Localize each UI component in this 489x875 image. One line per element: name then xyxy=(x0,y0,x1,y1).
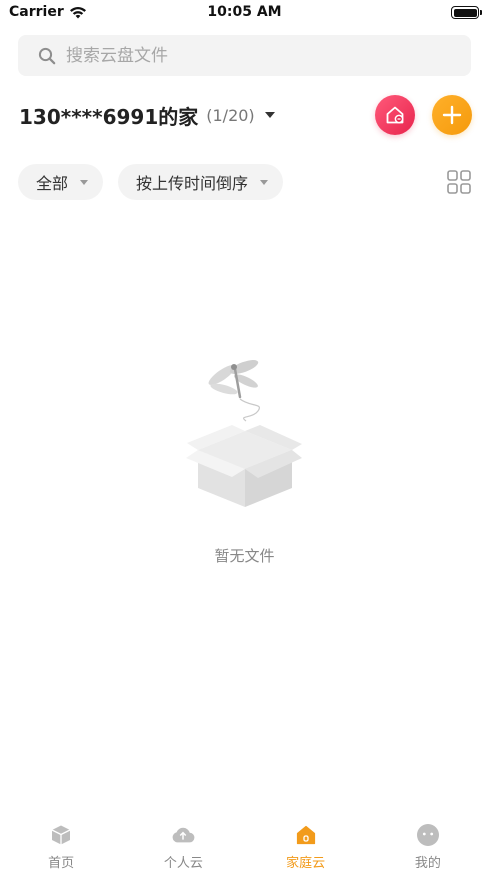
status-bar: Carrier 10:05 AM xyxy=(0,0,489,26)
house-settings-icon xyxy=(386,106,404,124)
sort-filter[interactable]: 按上传时间倒序 xyxy=(118,164,284,200)
file-type-filter[interactable]: 全部 xyxy=(18,164,104,200)
search-bar[interactable] xyxy=(18,35,471,76)
tab-label: 个人云 xyxy=(163,856,203,871)
tab-label: 首页 xyxy=(48,856,75,871)
battery-icon xyxy=(451,6,482,19)
tab-personal-cloud[interactable]: 个人云 xyxy=(122,810,244,875)
family-manage-button[interactable] xyxy=(375,95,415,135)
member-count: (1/20) xyxy=(206,105,255,125)
tab-home[interactable]: 首页 xyxy=(0,810,122,875)
cloud-upload-icon xyxy=(171,823,195,847)
family-house-icon xyxy=(294,823,318,847)
face-icon xyxy=(416,823,440,847)
tab-label: 家庭云 xyxy=(286,856,326,871)
tab-family-cloud[interactable]: 家庭云 xyxy=(245,810,367,875)
box-icon xyxy=(186,425,302,507)
family-name: 130****6991的家 xyxy=(19,104,199,129)
search-icon xyxy=(38,47,56,64)
caret-down-icon xyxy=(80,179,89,185)
plus-icon xyxy=(442,105,462,125)
grid-view-icon[interactable] xyxy=(446,169,472,195)
search-input[interactable] xyxy=(66,45,446,66)
status-time: 10:05 AM xyxy=(207,4,282,20)
empty-state-text: 暂无文件 xyxy=(214,547,275,565)
flight-trail xyxy=(239,398,260,422)
family-selector[interactable]: 130****6991的家 (1/20) xyxy=(19,101,275,129)
add-button[interactable] xyxy=(432,95,472,135)
caret-down-icon xyxy=(264,112,275,118)
tab-mine[interactable]: 我的 xyxy=(367,810,489,875)
empty-box-illustration xyxy=(186,360,302,507)
caret-down-icon xyxy=(260,179,269,185)
sort-filter-label: 按上传时间倒序 xyxy=(136,174,249,193)
cube-icon xyxy=(49,823,73,847)
dragonfly-icon xyxy=(208,360,259,399)
file-type-filter-label: 全部 xyxy=(36,174,69,193)
tab-label: 我的 xyxy=(414,856,441,871)
tab-bar: 首页 个人云 家庭云 我的 xyxy=(0,810,489,875)
